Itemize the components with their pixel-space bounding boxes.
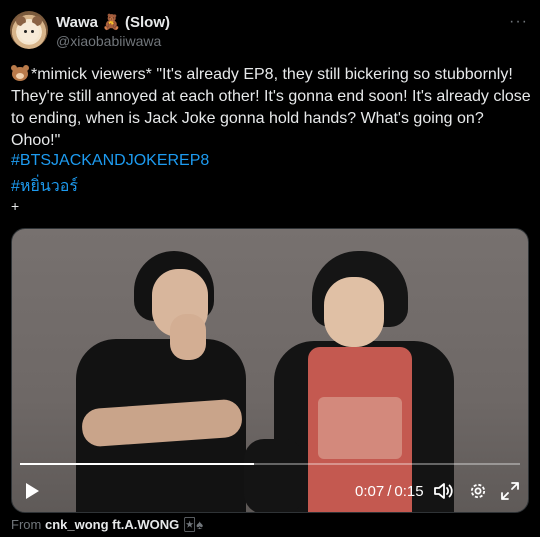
attribution-emojis: 🃏♠ [182, 517, 204, 532]
video-frame-shirt-print [318, 397, 402, 459]
attribution-source-link[interactable]: cnk_wong ft.A.WONG [45, 517, 179, 532]
video-attribution: From cnk_wong ft.A.WONG 🃏♠ [11, 517, 203, 533]
hashtag-link[interactable]: #BTSJACKANDJOKEREP8 [11, 152, 209, 170]
current-time: 0:07 [355, 483, 385, 500]
author-avatar[interactable] [10, 11, 48, 49]
author-name-suffix: (Slow) [124, 14, 170, 31]
video-frame-arm [244, 439, 304, 512]
avatar-eye [31, 30, 34, 33]
video-progress-bar[interactable] [20, 463, 520, 465]
author-name[interactable]: Wawa [56, 14, 98, 31]
avatar-eye [24, 30, 27, 33]
author-handle[interactable]: @xiaobabiiwawa [56, 33, 161, 49]
video-progress-fill [20, 463, 254, 465]
play-icon[interactable] [26, 483, 39, 499]
author-name-line[interactable]: Wawa 🧸 (Slow) [56, 13, 170, 31]
bear-face-icon [11, 65, 29, 81]
video-frame-hand [170, 314, 206, 360]
teddy-bear-emoji: 🧸 [102, 14, 121, 31]
video-player[interactable]: 0:07/0:15 [11, 228, 529, 513]
volume-icon[interactable] [433, 481, 455, 501]
hashtag-link[interactable]: #หยิ่นวอร์ [11, 174, 78, 199]
tweet-text: *mimick viewers* "It's already EP8, they… [11, 64, 533, 152]
more-options-icon[interactable]: ··· [509, 13, 528, 31]
video-time: 0:07/0:15 [355, 483, 424, 500]
fullscreen-icon[interactable] [500, 481, 520, 501]
duration: 0:15 [394, 483, 424, 500]
from-label: From [11, 517, 42, 532]
time-separator: / [387, 483, 392, 500]
tweet-body: *mimick viewers* "It's already EP8, they… [11, 66, 536, 149]
settings-gear-icon[interactable] [468, 481, 488, 501]
avatar-face [19, 22, 39, 42]
video-frame-face [324, 277, 384, 347]
plus-text: + [11, 198, 20, 214]
